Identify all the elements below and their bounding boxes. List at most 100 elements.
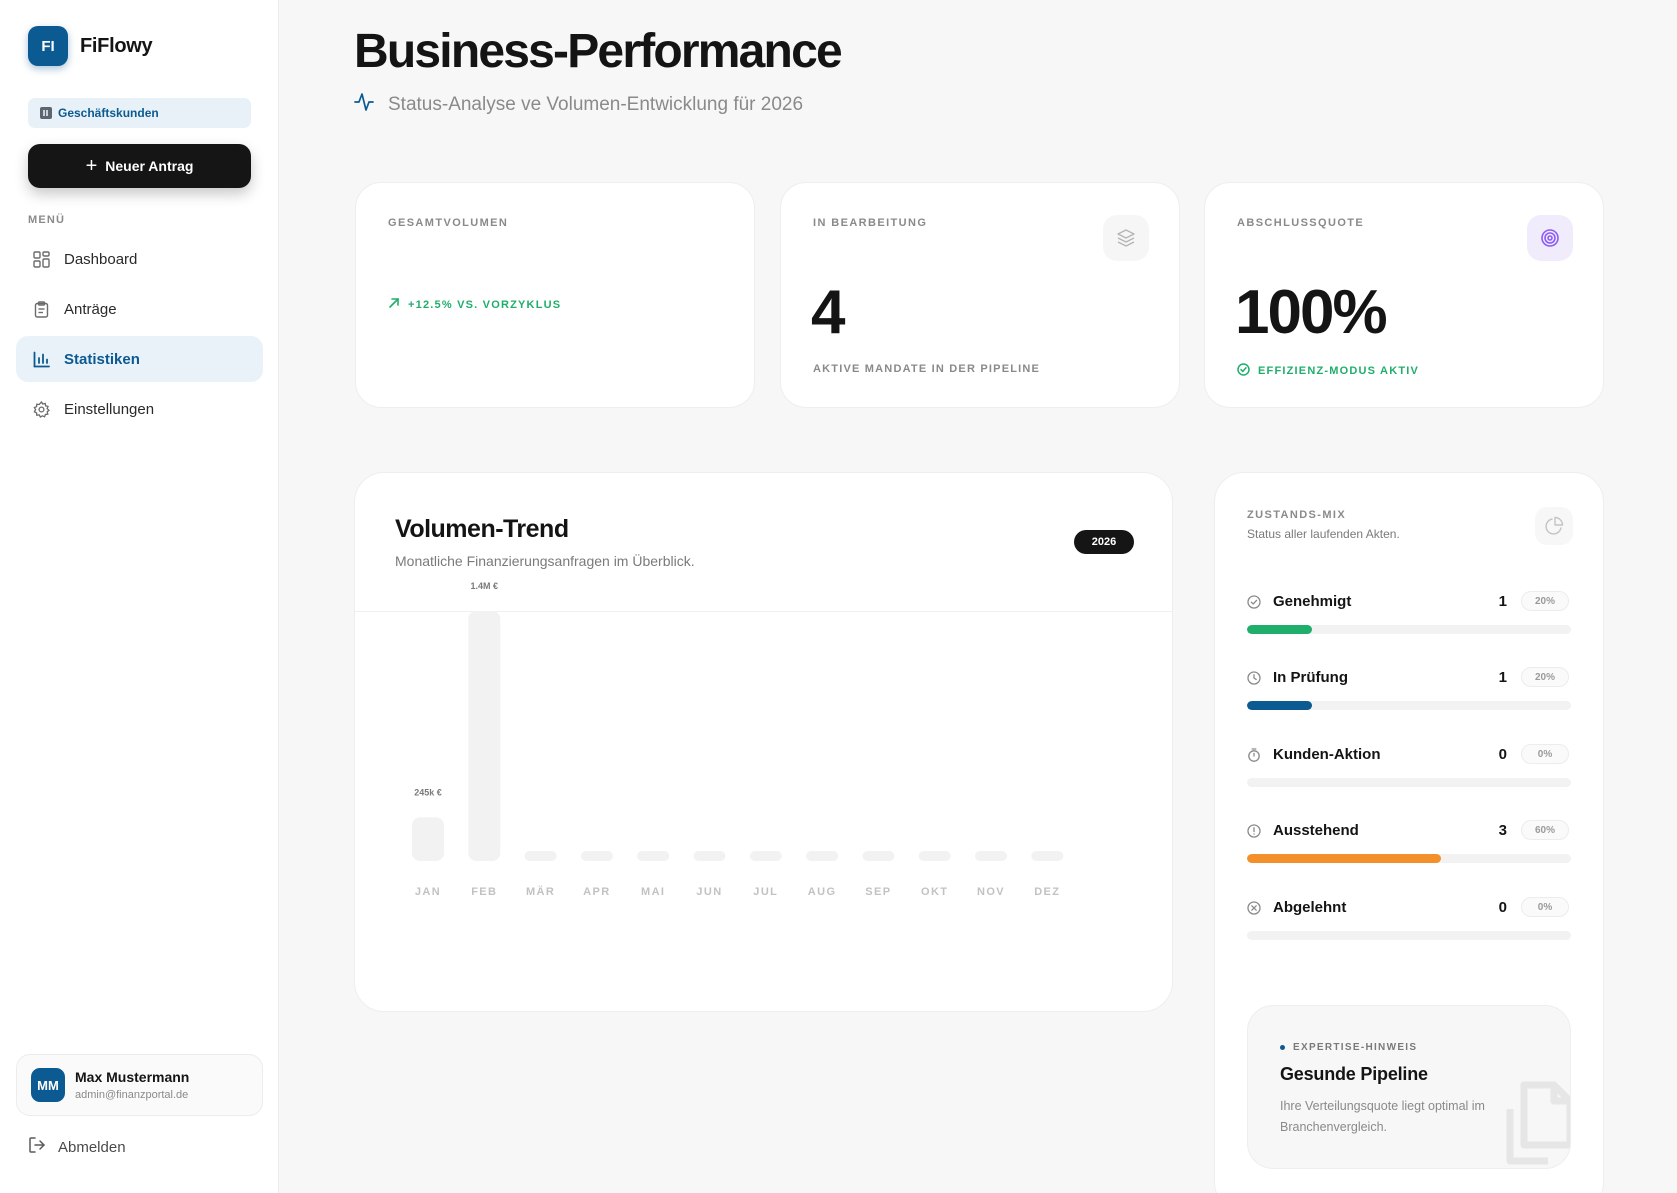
status-percent-badge: 60% [1521, 820, 1569, 840]
sidebar-item-settings[interactable]: Einstellungen [16, 386, 263, 432]
status-name: In Prüfung [1273, 669, 1348, 686]
clock-icon [1247, 671, 1261, 685]
bar-mai[interactable] [637, 851, 670, 861]
sidebar-item-applications[interactable]: Anträge [16, 286, 263, 332]
sidebar-item-dashboard[interactable]: Dashboard [16, 236, 263, 282]
brand[interactable]: FI FiFlowy [28, 26, 153, 66]
stopwatch-icon [1247, 748, 1261, 762]
arrow-up-right-icon [388, 297, 400, 312]
sidebar-item-label: Statistiken [64, 350, 140, 368]
building-icon [40, 107, 52, 119]
status-row-in-review: In Prüfung 1 20% [1247, 667, 1571, 715]
brand-logo: FI [28, 26, 68, 66]
x-tick-label: MÄR [526, 885, 555, 898]
kpi-value: 4 [811, 278, 846, 347]
plus-icon: + [85, 155, 98, 177]
new-application-button[interactable]: + Neuer Antrag [28, 144, 251, 188]
tip-dot [1280, 1045, 1285, 1050]
expertise-tip-card: EXPERTISE-HINWEIS Gesunde Pipeline Ihre … [1247, 1005, 1571, 1169]
status-progress-track [1247, 701, 1571, 710]
kpi-label: GESAMTVOLUMEN [388, 217, 509, 229]
bar-feb[interactable] [468, 611, 501, 861]
status-progress-fill [1247, 854, 1442, 863]
status-row-rejected: Abgelehnt 0 0% [1247, 897, 1571, 945]
x-tick-label: SEP [865, 886, 891, 898]
volume-trend-card: Volumen-Trend Monatliche Finanzierungsan… [354, 472, 1173, 1012]
sidebar-item-label: Anträge [64, 300, 117, 318]
status-row-customer-action: Kunden-Aktion 0 0% [1247, 744, 1571, 792]
target-icon [1527, 215, 1573, 261]
page-title: Business-Performance [354, 25, 843, 78]
logout-icon [28, 1136, 46, 1158]
data-label: 1.4M € [471, 581, 499, 591]
bar-sep[interactable] [862, 851, 895, 861]
alert-circle-icon [1247, 824, 1261, 838]
status-count: 1 [1498, 593, 1507, 610]
status-progress-track [1247, 854, 1571, 863]
gear-icon [32, 400, 50, 418]
volume-bar-chart: 245k € JAN 1.4M € FEB MÄR APR MAI JUN JUL AUG SEP O… [412, 581, 1064, 898]
bar-dez[interactable] [1031, 851, 1064, 861]
sidebar-item-statistics[interactable]: Statistiken [16, 336, 263, 382]
user-info: Max Mustermann admin@finanzportal.de [75, 1069, 189, 1101]
kpi-card-in-progress: IN BEARBEITUNG 4 AKTIVE MANDATE IN DER P… [780, 182, 1180, 408]
bar-jul[interactable] [749, 851, 782, 861]
bar-mär[interactable] [524, 851, 557, 861]
kpi-card-total-volume: GESAMTVOLUMEN +12.5% VS. VORZYKLUS [355, 182, 755, 408]
tip-label: EXPERTISE-HINWEIS [1280, 1042, 1417, 1053]
user-name: Max Mustermann [75, 1069, 190, 1085]
kpi-card-closing-rate: ABSCHLUSSQUOTE 100% EFFIZIENZ-MODUS AKTI… [1204, 182, 1604, 408]
status-progress-fill [1247, 625, 1312, 634]
segment-badge[interactable]: Geschäftskunden [28, 98, 251, 128]
user-card[interactable]: MM Max Mustermann admin@finanzportal.de [16, 1054, 263, 1116]
status-count: 0 [1498, 899, 1507, 916]
sidebar: FI FiFlowy Geschäftskunden + Neuer Antra… [0, 0, 279, 1193]
document-copy-icon [1490, 1079, 1570, 1168]
bar-apr[interactable] [580, 851, 613, 861]
bar-aug[interactable] [806, 851, 839, 861]
bar-chart-icon [32, 350, 50, 368]
status-count: 3 [1498, 822, 1507, 839]
logout-button[interactable]: Abmelden [28, 1136, 126, 1158]
status-mix-card: ZUSTANDS-MIX Status aller laufenden Akte… [1214, 472, 1604, 1193]
sidebar-nav: Dashboard Anträge Statistiken Einstellun… [16, 236, 263, 436]
kpi-foot: AKTIVE MANDATE IN DER PIPELINE [813, 363, 1041, 375]
bar-nov[interactable] [975, 851, 1007, 861]
pie-chart-icon [1535, 507, 1573, 545]
clipboard-icon [32, 300, 50, 318]
tip-title: Gesunde Pipeline [1280, 1064, 1428, 1084]
status-row-approved: Genehmigt 1 20% [1247, 591, 1571, 639]
avatar: MM [31, 1068, 65, 1102]
bar-jan[interactable] [412, 817, 444, 861]
status-mix-label: ZUSTANDS-MIX [1247, 509, 1347, 521]
logout-label: Abmelden [58, 1138, 126, 1156]
status-mix-subtitle: Status aller laufenden Akten. [1247, 527, 1400, 541]
x-tick-label: DEZ [1034, 886, 1060, 898]
status-percent-badge: 20% [1521, 667, 1569, 687]
x-tick-label: MAI [641, 886, 665, 898]
user-email: admin@finanzportal.de [75, 1089, 189, 1101]
kpi-status: EFFIZIENZ-MODUS AKTIV [1237, 363, 1419, 379]
x-tick-label: FEB [471, 886, 497, 898]
grid-icon [32, 250, 50, 268]
status-name: Genehmigt [1273, 593, 1352, 610]
check-circle-icon [1247, 595, 1261, 609]
kpi-label: ABSCHLUSSQUOTE [1237, 217, 1365, 229]
x-tick-label: JAN [415, 886, 441, 898]
x-tick-label: JUL [753, 886, 778, 898]
activity-icon [354, 92, 374, 118]
data-label: 245k € [414, 787, 442, 797]
page-subtitle-text: Status-Analyse ve Volumen-Entwicklung fü… [388, 94, 804, 115]
kpi-label: IN BEARBEITUNG [813, 217, 928, 229]
bar-okt[interactable] [918, 851, 951, 861]
kpi-trend: +12.5% VS. VORZYKLUS [388, 297, 561, 312]
bar-jun[interactable] [693, 851, 726, 861]
sidebar-item-label: Einstellungen [64, 400, 155, 418]
kpi-value: 100% [1235, 278, 1388, 347]
status-name: Kunden-Aktion [1273, 746, 1381, 763]
x-circle-icon [1247, 901, 1261, 915]
sidebar-item-label: Dashboard [64, 250, 138, 268]
x-tick-label: APR [583, 886, 610, 898]
status-progress-track [1247, 778, 1571, 787]
tip-label-text: EXPERTISE-HINWEIS [1293, 1042, 1418, 1053]
